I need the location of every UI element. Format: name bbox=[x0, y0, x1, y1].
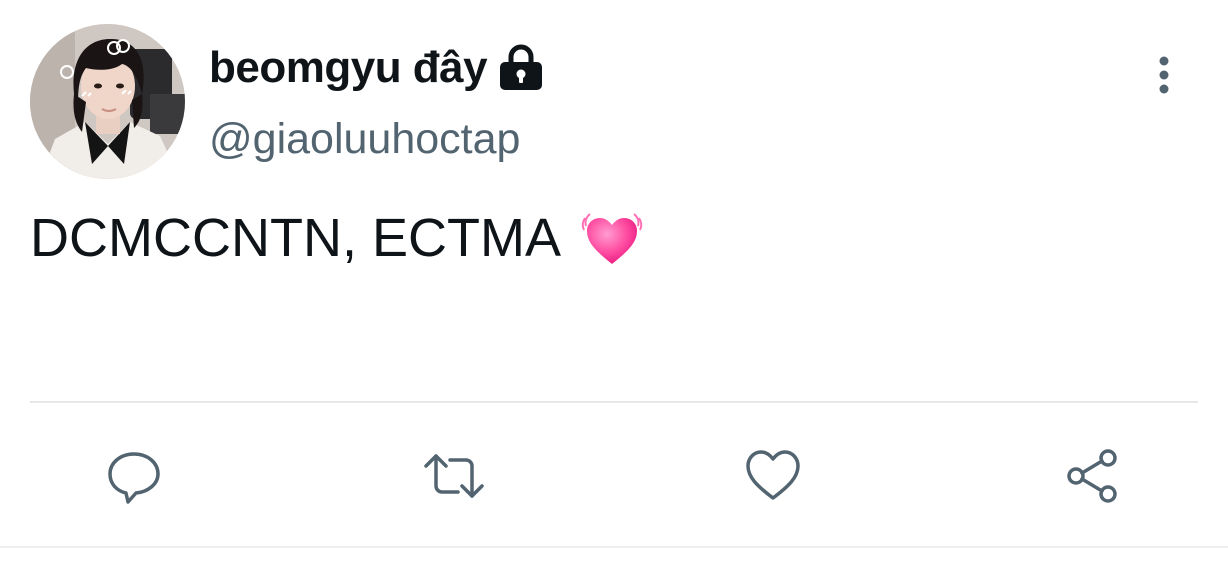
share-nodes-icon bbox=[1067, 449, 1117, 503]
retweet-button[interactable] bbox=[422, 444, 486, 508]
speech-bubble-icon bbox=[108, 452, 160, 504]
like-button[interactable] bbox=[741, 444, 805, 508]
avatar[interactable] bbox=[30, 24, 185, 179]
display-name[interactable]: beomgyu đây bbox=[209, 42, 488, 94]
heart-outline-icon bbox=[746, 450, 800, 500]
divider bbox=[30, 401, 1198, 403]
tweet-body: DCMCCNTN, ECTMA bbox=[30, 207, 645, 269]
vibrating-heart-emoji bbox=[579, 208, 645, 268]
tweet-card: beomgyu đây @giaoluuhoctap DCMCCNTN, ECT… bbox=[0, 0, 1228, 566]
tweet-text: DCMCCNTN, ECTMA bbox=[30, 208, 561, 268]
reply-button[interactable] bbox=[102, 444, 166, 508]
author-handle[interactable]: @giaoluuhoctap bbox=[209, 113, 520, 165]
more-options-button[interactable] bbox=[1140, 48, 1188, 102]
vertical-ellipsis-icon bbox=[1159, 56, 1169, 94]
lock-icon bbox=[498, 44, 544, 92]
avatar-photo bbox=[30, 24, 185, 179]
retweet-arrows-icon bbox=[424, 454, 484, 498]
bottom-divider bbox=[0, 546, 1228, 548]
author-name-row: beomgyu đây bbox=[209, 42, 544, 94]
share-button[interactable] bbox=[1061, 444, 1125, 508]
